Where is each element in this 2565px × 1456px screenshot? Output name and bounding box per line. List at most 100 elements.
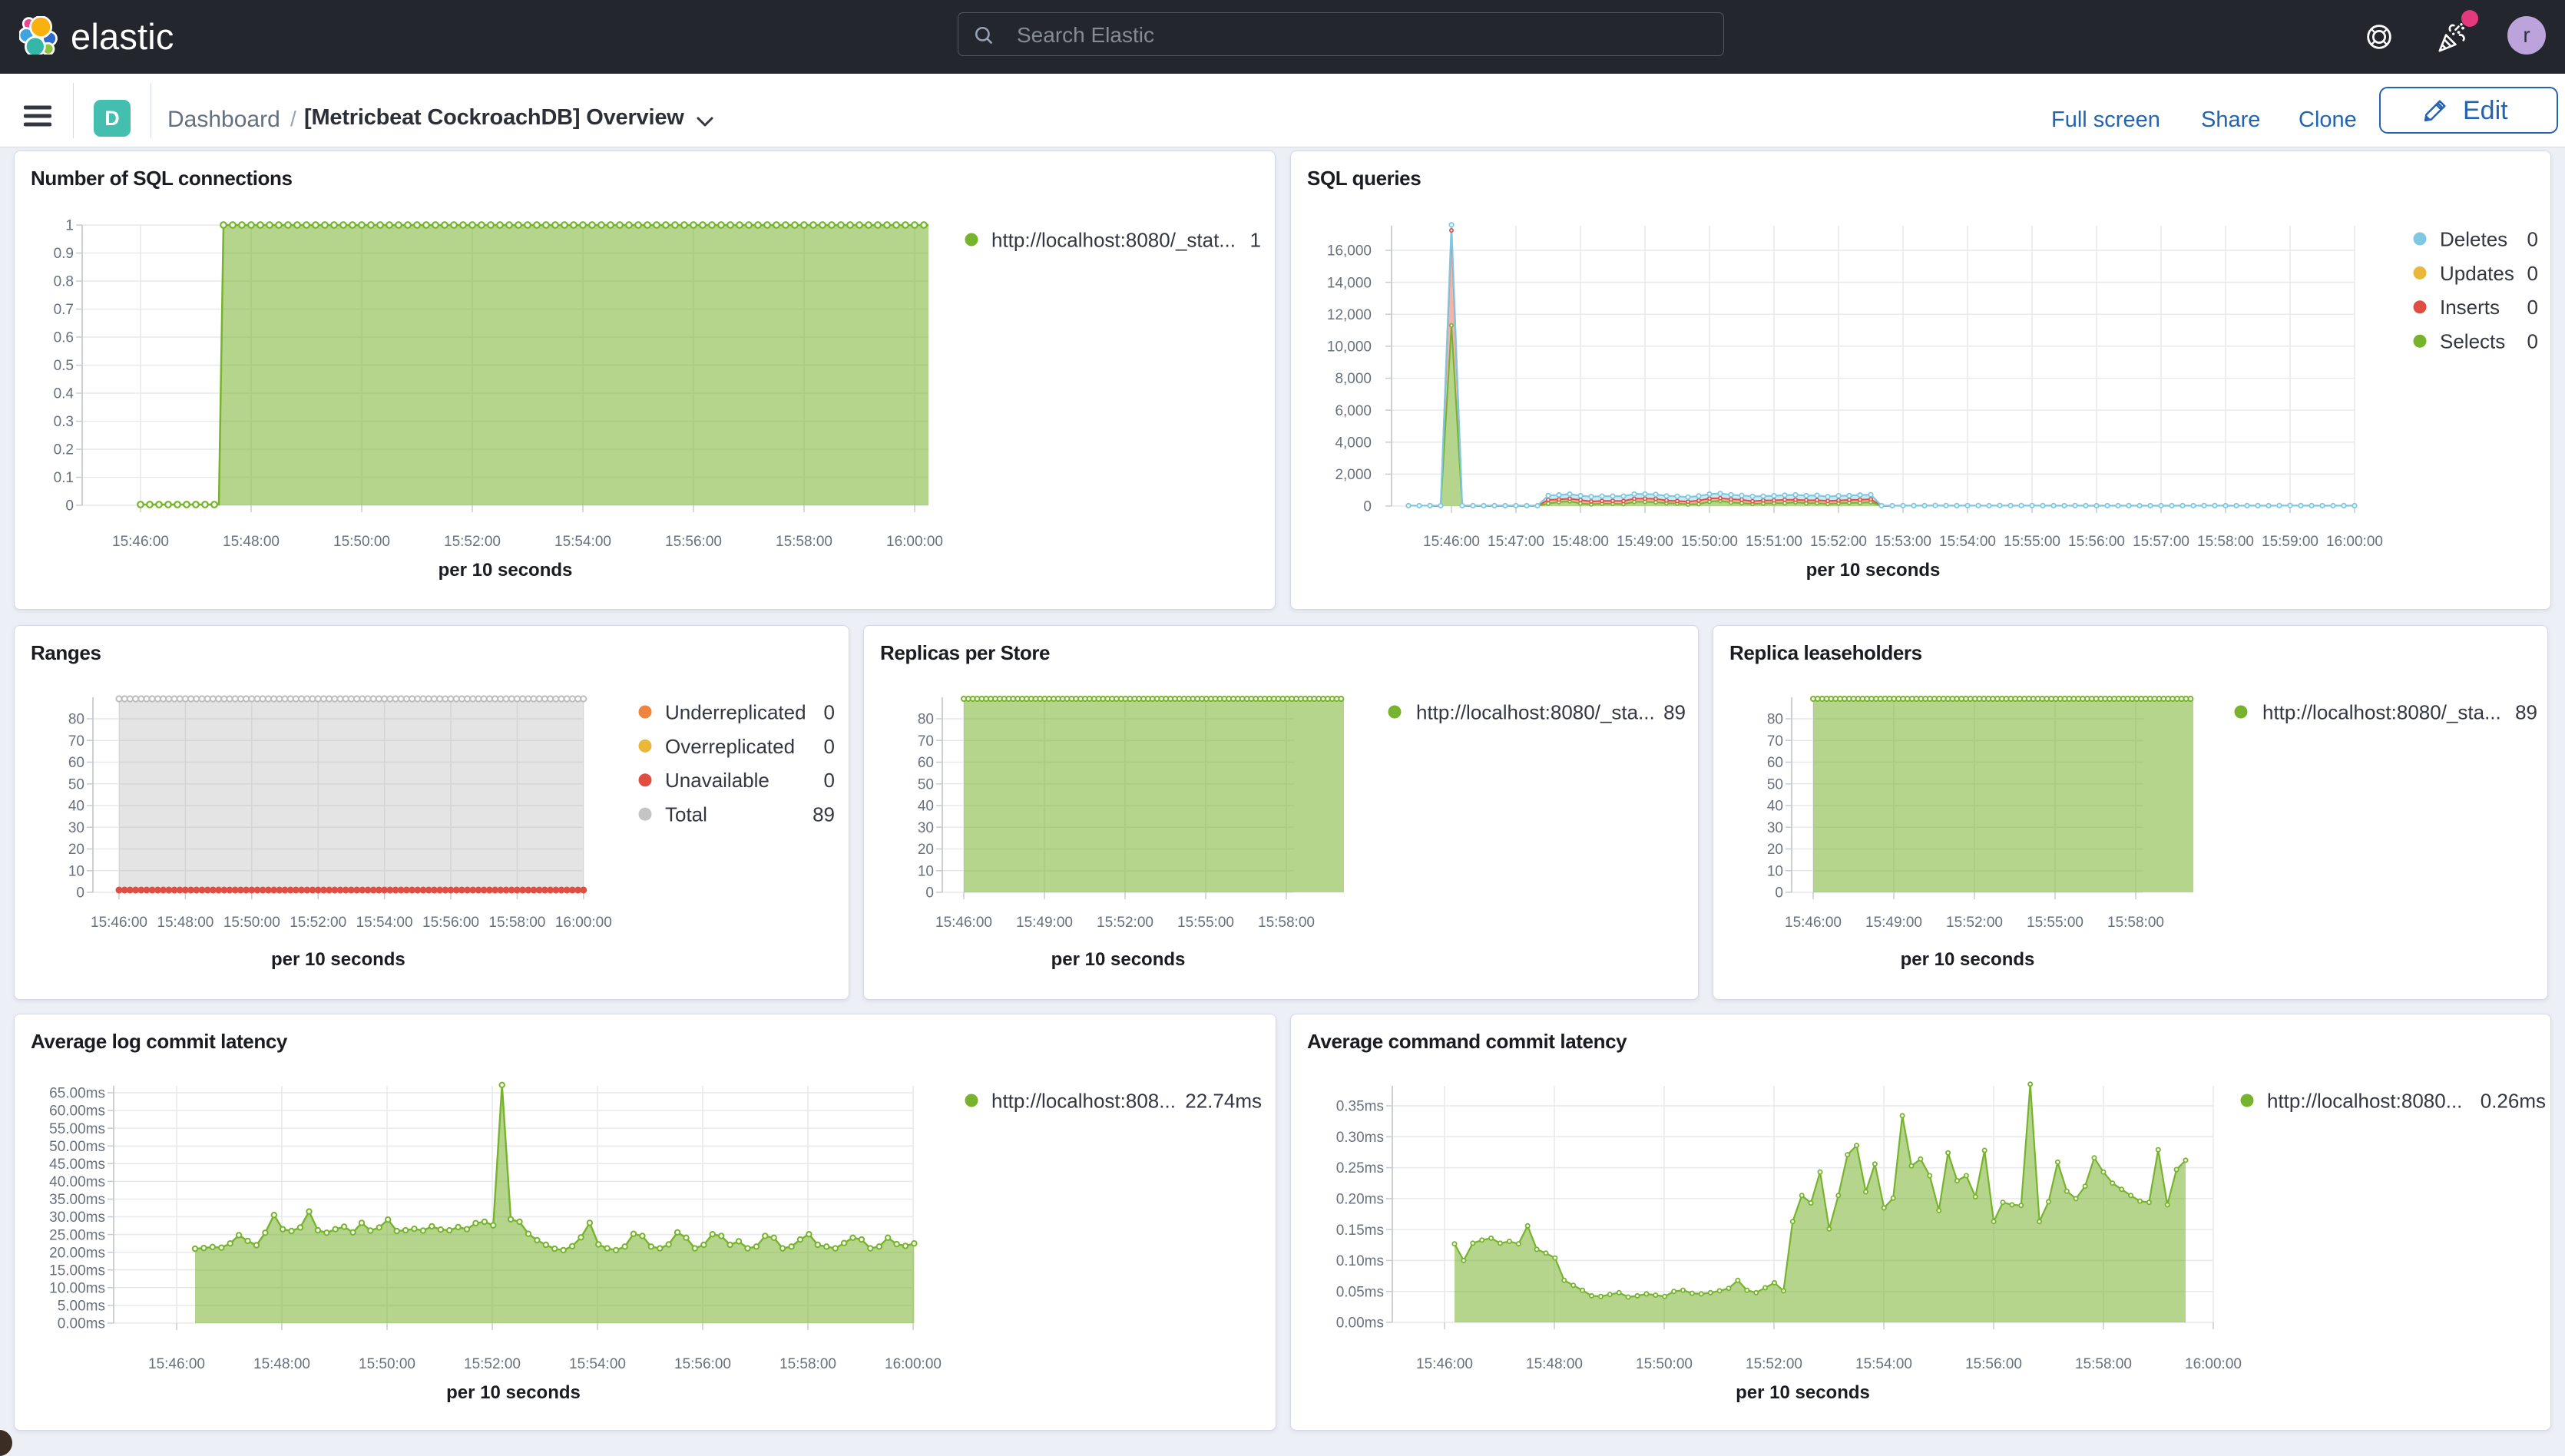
svg-text:15:54:00: 15:54:00 [569,1356,626,1372]
svg-text:0: 0 [1775,885,1783,902]
svg-text:89: 89 [2515,700,2537,723]
svg-text:15:56:00: 15:56:00 [422,915,479,931]
svg-text:15:46:00: 15:46:00 [112,534,169,550]
svg-text:0.25ms: 0.25ms [1336,1160,1384,1176]
svg-text:6,000: 6,000 [1335,403,1372,419]
svg-text:0: 0 [65,498,74,515]
svg-text:0.4: 0.4 [54,386,74,402]
svg-text:15:57:00: 15:57:00 [2133,534,2189,550]
svg-text:http://localhost:8080/_sta...: http://localhost:8080/_sta... [2262,700,2501,723]
svg-text:per 10 seconds: per 10 seconds [1736,1382,1870,1403]
svg-text:15:48:00: 15:48:00 [1552,534,1609,550]
svg-text:50: 50 [918,776,934,793]
svg-text:Underreplicated: Underreplicated [665,700,806,723]
svg-text:0.1: 0.1 [54,470,74,486]
svg-text:0.15ms: 0.15ms [1336,1223,1384,1239]
svg-text:14,000: 14,000 [1327,275,1372,291]
svg-text:Deletes: Deletes [2440,227,2507,250]
svg-text:16:00:00: 16:00:00 [2326,534,2383,550]
svg-text:15:54:00: 15:54:00 [554,534,611,550]
svg-text:0: 0 [824,735,835,758]
svg-text:http://localhost:808...: http://localhost:808... [991,1089,1176,1112]
svg-text:0.8: 0.8 [54,274,74,290]
svg-text:8,000: 8,000 [1335,371,1372,387]
svg-text:0: 0 [2527,227,2538,250]
svg-text:50: 50 [1767,776,1783,793]
svg-text:45.00ms: 45.00ms [49,1157,105,1173]
svg-text:15:46:00: 15:46:00 [91,915,147,931]
svg-text:15:50:00: 15:50:00 [333,534,390,550]
svg-text:per 10 seconds: per 10 seconds [1901,949,2035,970]
svg-text:15.00ms: 15.00ms [49,1262,105,1279]
svg-text:80: 80 [918,712,934,728]
svg-text:15:47:00: 15:47:00 [1488,534,1544,550]
svg-text:http://localhost:8080/_sta...: http://localhost:8080/_sta... [1416,700,1655,723]
svg-text:0.5: 0.5 [54,358,74,374]
svg-text:15:46:00: 15:46:00 [1423,534,1480,550]
svg-text:0: 0 [2527,330,2538,353]
svg-text:15:55:00: 15:55:00 [2004,534,2060,550]
svg-text:15:52:00: 15:52:00 [1097,915,1153,931]
svg-text:60: 60 [1767,755,1783,771]
svg-text:12,000: 12,000 [1327,307,1372,323]
svg-text:Updates: Updates [2440,262,2514,285]
svg-text:0.00ms: 0.00ms [1336,1315,1384,1332]
svg-text:0: 0 [2527,296,2538,319]
svg-text:15:48:00: 15:48:00 [253,1356,310,1372]
svg-text:20: 20 [68,842,84,858]
svg-text:1: 1 [1250,228,1261,251]
svg-text:89: 89 [813,803,835,826]
svg-text:15:58:00: 15:58:00 [779,1356,836,1372]
svg-text:22.74ms: 22.74ms [1185,1089,1262,1112]
svg-text:70: 70 [918,733,934,750]
svg-text:2,000: 2,000 [1335,467,1372,483]
svg-text:Overreplicated: Overreplicated [665,735,795,758]
svg-text:16,000: 16,000 [1327,243,1372,260]
svg-text:per 10 seconds: per 10 seconds [439,560,573,581]
svg-text:15:58:00: 15:58:00 [488,915,545,931]
svg-text:per 10 seconds: per 10 seconds [1806,560,1941,581]
svg-text:40: 40 [1767,799,1783,815]
svg-text:30: 30 [1767,820,1783,836]
svg-text:0.3: 0.3 [54,414,74,430]
svg-text:Selects: Selects [2440,330,2505,353]
svg-text:4,000: 4,000 [1335,435,1372,451]
svg-text:55.00ms: 55.00ms [49,1121,105,1137]
svg-text:80: 80 [1767,712,1783,728]
svg-text:16:00:00: 16:00:00 [886,534,943,550]
svg-text:0: 0 [76,885,84,902]
svg-text:15:59:00: 15:59:00 [2262,534,2318,550]
svg-text:15:55:00: 15:55:00 [1177,915,1234,931]
svg-text:10,000: 10,000 [1327,339,1372,356]
svg-text:0: 0 [1363,499,1372,515]
svg-text:0.05ms: 0.05ms [1336,1284,1384,1300]
svg-text:20.00ms: 20.00ms [49,1245,105,1261]
svg-text:60: 60 [918,755,934,771]
svg-text:16:00:00: 16:00:00 [555,915,612,931]
svg-text:15:54:00: 15:54:00 [1855,1356,1912,1372]
svg-text:0.26ms: 0.26ms [2481,1089,2546,1112]
svg-text:30: 30 [68,820,84,836]
svg-text:20: 20 [918,842,934,858]
svg-text:15:54:00: 15:54:00 [356,915,413,931]
svg-text:40: 40 [68,799,84,815]
svg-text:0.30ms: 0.30ms [1336,1130,1384,1146]
svg-text:50.00ms: 50.00ms [49,1139,105,1155]
svg-text:15:50:00: 15:50:00 [223,915,280,931]
svg-text:30.00ms: 30.00ms [49,1209,105,1226]
svg-text:0.00ms: 0.00ms [58,1316,105,1332]
svg-text:60: 60 [68,755,84,771]
svg-text:15:56:00: 15:56:00 [665,534,722,550]
svg-text:16:00:00: 16:00:00 [2185,1356,2242,1372]
svg-text:15:46:00: 15:46:00 [1785,915,1842,931]
svg-text:0: 0 [824,769,835,792]
svg-text:15:52:00: 15:52:00 [290,915,346,931]
svg-text:15:48:00: 15:48:00 [157,915,213,931]
svg-text:30: 30 [918,820,934,836]
svg-text:15:54:00: 15:54:00 [1939,534,1996,550]
svg-text:80: 80 [68,712,84,728]
svg-text:15:50:00: 15:50:00 [359,1356,415,1372]
svg-text:15:55:00: 15:55:00 [2027,915,2083,931]
svg-text:20: 20 [1767,842,1783,858]
svg-text:0.2: 0.2 [54,442,74,458]
